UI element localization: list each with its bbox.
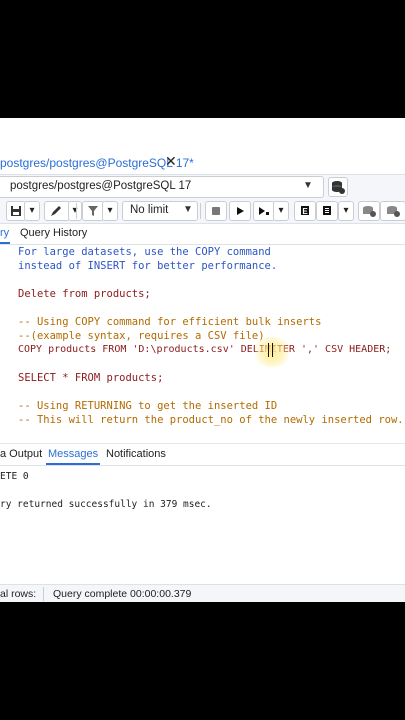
message-affected-rows: ETE 0	[0, 471, 29, 482]
status-bar: al rows: Query complete 00:00:00.379	[0, 584, 405, 602]
database-icon[interactable]	[328, 177, 348, 197]
filter-icon[interactable]	[82, 201, 104, 221]
connection-value: postgres/postgres@PostgreSQL 17	[10, 180, 192, 192]
explain-icon[interactable]: E	[294, 201, 316, 221]
editor-line-1: For large datasets, use the COPY command	[18, 246, 271, 258]
editor-tabs: ry Query History	[0, 224, 405, 245]
total-rows-label: al rows:	[0, 588, 37, 600]
line-text: -- Using COPY command for efficient bulk…	[18, 316, 322, 328]
explain-analyze-icon[interactable]	[316, 201, 338, 221]
tab-notifications[interactable]: Notifications	[106, 448, 166, 460]
line-text: SELECT * FROM products;	[18, 372, 164, 384]
line-text: -- This will return the product_no of th…	[18, 414, 404, 426]
line-text: COPY products FROM 'D:\products.csv' DEL…	[18, 344, 392, 355]
execute-options-chevron-icon[interactable]: ▾	[273, 201, 289, 221]
sql-editor[interactable]: For large datasets, use the COPY command…	[0, 245, 405, 430]
editor-line-4: Delete from products;	[18, 288, 151, 300]
close-tab-icon[interactable]: ✕	[165, 153, 177, 170]
tab-data-output[interactable]: a Output	[0, 448, 42, 460]
editor-line-12: -- Using RETURNING to get the inserted I…	[18, 400, 277, 412]
line-text: For large datasets, use the COPY command	[18, 246, 271, 258]
commit-icon[interactable]	[358, 201, 380, 221]
editor-line-6: -- Using COPY command for efficient bulk…	[18, 316, 321, 328]
query-tab-bar: postgres/postgres@PostgreSQL 17* ✕	[0, 152, 405, 174]
line-text: instead of INSERT for better performance…	[18, 260, 278, 272]
filter-options-chevron-icon[interactable]: ▾	[102, 201, 118, 221]
line-text: Delete from products;	[18, 288, 151, 300]
text-cursor-icon	[268, 343, 273, 357]
edit-options-chevron-icon[interactable]: ▾	[68, 201, 82, 221]
editor-line-2: instead of INSERT for better performance…	[18, 260, 277, 272]
editor-line-7: --(example syntax, requires a CSV file)	[18, 330, 265, 342]
message-query-result: ry returned successfully in 379 msec.	[0, 499, 212, 510]
tab-query[interactable]: ry	[0, 227, 9, 239]
stop-icon[interactable]	[205, 201, 227, 221]
connection-select[interactable]: postgres/postgres@PostgreSQL 17 ▼	[0, 176, 324, 198]
editor-line-13: -- This will return the product_no of th…	[18, 414, 404, 426]
result-tabs: a Output Messages Notifications	[0, 443, 405, 466]
chevron-down-icon: ▼	[303, 180, 313, 191]
tab-messages[interactable]: Messages	[48, 448, 98, 460]
active-tab-indicator	[46, 463, 100, 465]
tab-query-history[interactable]: Query History	[20, 227, 87, 239]
editor-line-8: COPY products FROM 'D:\products.csv' DEL…	[18, 344, 391, 355]
line-text: --(example syntax, requires a CSV file)	[18, 330, 265, 342]
execute-script-icon[interactable]	[253, 201, 275, 221]
line-text: -- Using RETURNING to get the inserted I…	[18, 400, 278, 412]
save-icon[interactable]	[6, 201, 26, 221]
editor-line-10: SELECT * FROM products;	[18, 372, 163, 384]
edit-pencil-icon[interactable]	[44, 201, 70, 221]
connection-row: postgres/postgres@PostgreSQL 17 ▼	[0, 174, 405, 200]
rollback-icon[interactable]	[380, 201, 405, 221]
pgadmin-query-tool: postgres/postgres@PostgreSQL 17* ✕ postg…	[0, 118, 405, 602]
save-options-chevron-icon[interactable]: ▾	[24, 201, 40, 221]
query-status: Query complete 00:00:00.379	[53, 588, 192, 600]
row-limit-value: No limit	[130, 204, 169, 216]
explain-options-chevron-icon[interactable]: ▾	[338, 201, 354, 221]
svg-text:E: E	[302, 207, 308, 216]
execute-play-icon[interactable]	[229, 201, 251, 221]
query-toolbar: ▾ ▾ ▾ No limit ▼ ▾ E ▾	[0, 199, 405, 224]
active-tab-indicator	[0, 242, 10, 244]
chevron-down-icon: ▼	[183, 204, 193, 215]
